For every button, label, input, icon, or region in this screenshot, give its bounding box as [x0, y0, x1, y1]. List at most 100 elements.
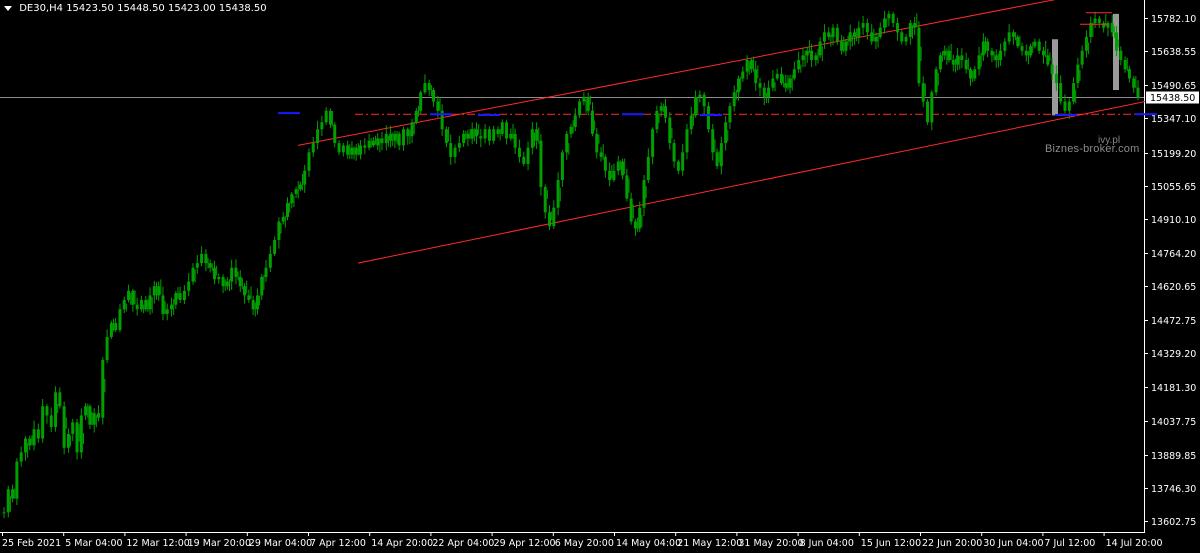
chevron-down-icon[interactable] — [4, 5, 12, 11]
x-tick-label: 21 May 12:00 — [677, 538, 742, 549]
candle-body — [316, 129, 320, 144]
candle-body — [247, 295, 251, 301]
candle-body — [908, 23, 912, 37]
candle-body — [487, 129, 491, 141]
candle-body — [535, 129, 539, 141]
x-tick-label: 29 Apr 12:00 — [494, 538, 556, 549]
candle-body — [49, 415, 53, 427]
candle-body — [397, 133, 401, 146]
candle-body — [79, 415, 83, 453]
y-tick-label: 14620.65 — [1151, 282, 1196, 293]
candle-body — [900, 32, 904, 42]
candle-body — [19, 452, 23, 462]
candle-body — [981, 41, 985, 56]
candle-body — [131, 290, 135, 305]
candle-body — [904, 36, 908, 42]
candle-body — [436, 101, 440, 111]
candle-body — [457, 143, 461, 148]
candle-body — [706, 106, 710, 130]
candle-body — [139, 300, 143, 310]
candle-body — [526, 147, 530, 164]
candle-body — [363, 145, 367, 148]
candle-body — [1072, 83, 1076, 102]
candle-body — [320, 122, 324, 130]
candle-body — [792, 69, 796, 79]
candle-body — [788, 78, 792, 88]
candle-body — [88, 406, 92, 425]
candle-body — [432, 90, 436, 102]
current-price-tag: 15438.50 — [1146, 91, 1199, 104]
x-tick-label: 5 Mar 04:00 — [65, 538, 122, 549]
candle-body — [195, 263, 199, 268]
candle-body — [681, 152, 685, 171]
candle-body — [341, 145, 345, 153]
candle-body — [505, 122, 509, 139]
candle-body — [28, 438, 32, 446]
candle-body — [449, 143, 453, 157]
candle-body — [92, 413, 96, 425]
candle-body — [281, 216, 285, 222]
price-chart[interactable]: 15782.10 15638.55 15490.65 15347.10 15199.20… — [0, 0, 1200, 553]
candle-body — [268, 253, 272, 268]
candle-body — [208, 263, 212, 268]
candle-body — [483, 129, 487, 139]
candle-body — [225, 281, 229, 287]
y-axis-ticks: 15782.10 15638.55 15490.65 15347.10 15199.20… — [1144, 14, 1196, 528]
candle-body — [1054, 73, 1058, 84]
candle-body — [861, 23, 865, 28]
candle-body — [844, 41, 848, 51]
candle-body — [758, 83, 762, 88]
candle-body — [960, 55, 964, 61]
candle-body — [771, 78, 775, 88]
candle-body — [84, 406, 88, 416]
candle-body — [857, 27, 861, 37]
x-tick-label: 7 Jul 12:00 — [1044, 538, 1095, 549]
x-tick-label: 15 Jun 12:00 — [861, 538, 921, 549]
candle-body — [870, 32, 874, 42]
candle-body — [655, 110, 659, 130]
candle-body — [58, 392, 62, 407]
y-tick-label: 13602.75 — [1151, 517, 1196, 528]
candle-body — [878, 27, 882, 37]
candle-series — [2, 10, 1140, 519]
candle-body — [384, 133, 388, 144]
candle-body — [999, 50, 1003, 61]
chart-container[interactable]: 15782.10 15638.55 15490.65 15347.10 15199.20… — [0, 0, 1200, 553]
candle-body — [676, 161, 680, 171]
candle-body — [359, 145, 363, 155]
chart-header: DE30,H4 15423.50 15448.50 15423.00 15438… — [4, 3, 267, 14]
candle-body — [423, 83, 427, 93]
candle-body — [148, 295, 152, 310]
candle-body — [11, 489, 15, 499]
candle-body — [887, 13, 891, 19]
candle-body — [715, 152, 719, 167]
candle-body — [509, 133, 513, 139]
candle-body — [6, 489, 10, 513]
candle-body — [1011, 32, 1015, 37]
candle-body — [865, 23, 869, 33]
candle-body — [165, 309, 169, 314]
x-tick-label: 14 May 04:00 — [616, 538, 681, 549]
candle-body — [406, 129, 410, 137]
candle-body — [543, 186, 547, 213]
candle-body — [161, 295, 165, 314]
candle-body — [603, 156, 607, 171]
candle-body — [569, 126, 573, 134]
candle-body — [586, 96, 590, 111]
candle-body — [711, 129, 715, 153]
candle-body — [200, 253, 204, 264]
candle-body — [633, 221, 637, 229]
candle-body — [539, 140, 543, 187]
candle-body — [470, 129, 474, 139]
candle-body — [462, 133, 466, 144]
candle-body — [831, 27, 835, 37]
candle-body — [500, 122, 504, 134]
candle-body — [230, 267, 234, 282]
candle-body — [921, 83, 925, 102]
candle-body — [337, 143, 341, 153]
y-tick-label: 14910.10 — [1151, 215, 1196, 226]
candle-body — [1063, 101, 1067, 111]
candle-body — [354, 147, 358, 155]
candle-body — [453, 147, 457, 157]
candle-body — [956, 55, 960, 65]
